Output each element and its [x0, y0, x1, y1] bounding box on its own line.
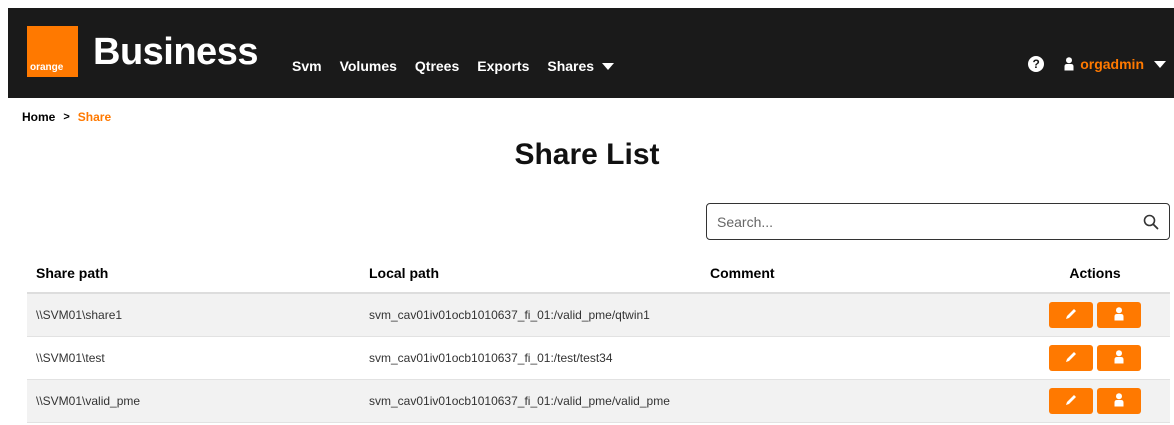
edit-button[interactable] — [1049, 302, 1093, 328]
breadcrumb: Home > Share — [22, 110, 111, 124]
user-permissions-button[interactable] — [1097, 302, 1141, 328]
search-input[interactable] — [717, 213, 1133, 230]
search-box — [706, 203, 1170, 240]
pencil-icon — [1064, 350, 1078, 367]
actions-cell — [1020, 388, 1170, 414]
logo-text: orange — [30, 62, 64, 73]
user-permissions-button[interactable] — [1097, 388, 1141, 414]
nav-item-shares[interactable]: Shares — [547, 58, 615, 74]
nav-right: ? orgadmin — [1028, 56, 1166, 72]
nav-item-label: Shares — [547, 58, 595, 74]
edit-button[interactable] — [1049, 388, 1093, 414]
table-row: \\SVM01\share1 svm_cav01iv01ocb1010637_f… — [27, 294, 1170, 337]
local-path-cell: svm_cav01iv01ocb1010637_fi_01:/test/test… — [369, 351, 613, 365]
nav-item-exports[interactable]: Exports — [477, 58, 529, 74]
nav-item-label: Qtrees — [414, 58, 460, 74]
table-row: \\SVM01\valid_pme svm_cav01iv01ocb101063… — [27, 380, 1170, 423]
actions-cell — [1020, 302, 1170, 328]
user-icon — [1114, 306, 1124, 324]
nav-item-svm[interactable]: Svm — [292, 58, 322, 74]
search-icon[interactable] — [1133, 214, 1169, 230]
top-navbar: orange Business Svm Volumes Qtrees Expor… — [8, 8, 1174, 98]
breadcrumb-home[interactable]: Home — [22, 110, 55, 124]
nav-item-label: Volumes — [339, 58, 397, 74]
local-path-cell: svm_cav01iv01ocb1010637_fi_01:/valid_pme… — [369, 394, 670, 408]
user-icon — [1114, 349, 1124, 367]
nav-item-volumes[interactable]: Volumes — [340, 58, 397, 74]
brand-name: Business — [93, 31, 258, 73]
actions-cell — [1020, 345, 1170, 371]
local-path-cell: svm_cav01iv01ocb1010637_fi_01:/valid_pme… — [369, 308, 650, 322]
column-header-share-path[interactable]: Share path — [27, 265, 360, 281]
chevron-down-icon — [1154, 60, 1166, 68]
page-title: Share List — [514, 138, 660, 171]
column-header-local-path[interactable]: Local path — [360, 265, 710, 281]
orange-logo[interactable]: orange — [27, 26, 78, 77]
breadcrumb-current: Share — [77, 110, 112, 124]
user-menu[interactable]: orgadmin — [1064, 56, 1166, 72]
pencil-icon — [1064, 393, 1078, 410]
table-header: Share path Local path Comment Actions — [27, 254, 1170, 294]
column-header-comment[interactable]: Comment — [710, 265, 1020, 281]
column-header-actions: Actions — [1069, 265, 1121, 281]
chevron-down-icon — [602, 62, 615, 70]
user-icon — [1064, 57, 1074, 71]
user-name: orgadmin — [1080, 56, 1144, 72]
nav-item-qtrees[interactable]: Qtrees — [415, 58, 459, 74]
share-path-cell: \\SVM01\test — [36, 351, 105, 365]
breadcrumb-separator: > — [63, 111, 70, 123]
user-permissions-button[interactable] — [1097, 345, 1141, 371]
pencil-icon — [1064, 307, 1078, 324]
nav-item-label: Svm — [292, 58, 322, 74]
user-icon — [1114, 392, 1124, 410]
share-path-cell: \\SVM01\share1 — [36, 308, 123, 322]
help-icon[interactable]: ? — [1028, 56, 1045, 72]
main-nav: Svm Volumes Qtrees Exports Shares — [292, 58, 632, 74]
edit-button[interactable] — [1049, 345, 1093, 371]
share-path-cell: \\SVM01\valid_pme — [36, 394, 141, 408]
table-row: \\SVM01\test svm_cav01iv01ocb1010637_fi_… — [27, 337, 1170, 380]
nav-item-label: Exports — [477, 58, 530, 74]
share-table: Share path Local path Comment Actions \\… — [27, 254, 1170, 423]
